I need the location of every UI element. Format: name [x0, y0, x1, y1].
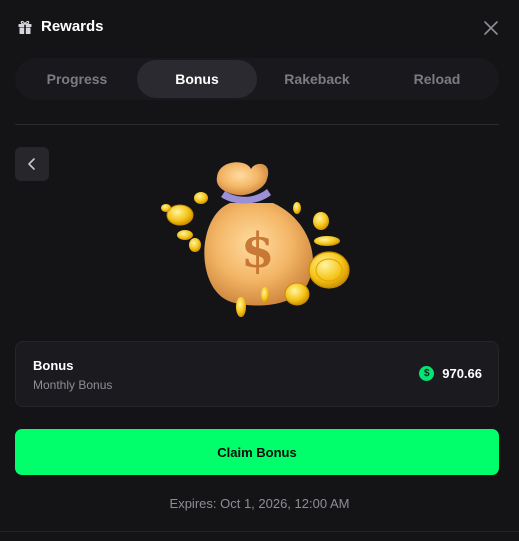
bonus-amount-wrap: $ 970.66 [419, 366, 482, 381]
reward-tabs: Progress Bonus Rakeback Reload [15, 58, 499, 100]
svg-text:$: $ [241, 223, 274, 279]
tab-bonus[interactable]: Bonus [137, 60, 257, 98]
chevron-left-icon [28, 158, 35, 170]
bonus-card: Bonus Monthly Bonus $ 970.66 [15, 341, 499, 407]
tab-rakeback[interactable]: Rakeback [257, 60, 377, 98]
tab-reload[interactable]: Reload [377, 60, 497, 98]
dollar-icon: $ [419, 366, 435, 381]
modal-header: Rewards [0, 0, 519, 56]
tab-progress[interactable]: Progress [17, 60, 137, 98]
rewards-modal: Rewards Progress Bonus Rakeback Reload $… [0, 0, 519, 541]
gift-icon [18, 20, 32, 34]
bonus-subtitle: Monthly Bonus [33, 378, 113, 392]
money-bag-illustration: $ [161, 162, 350, 317]
bonus-name: Bonus [33, 358, 74, 373]
divider [15, 124, 499, 125]
bonus-amount: 970.66 [442, 366, 482, 381]
bottom-divider [0, 531, 519, 532]
expires-text: Expires: Oct 1, 2026, 12:00 AM [169, 496, 350, 511]
back-button[interactable] [15, 147, 49, 181]
close-icon[interactable] [482, 19, 500, 37]
claim-bonus-button[interactable]: Claim Bonus [15, 429, 499, 475]
modal-title: Rewards [41, 18, 104, 35]
